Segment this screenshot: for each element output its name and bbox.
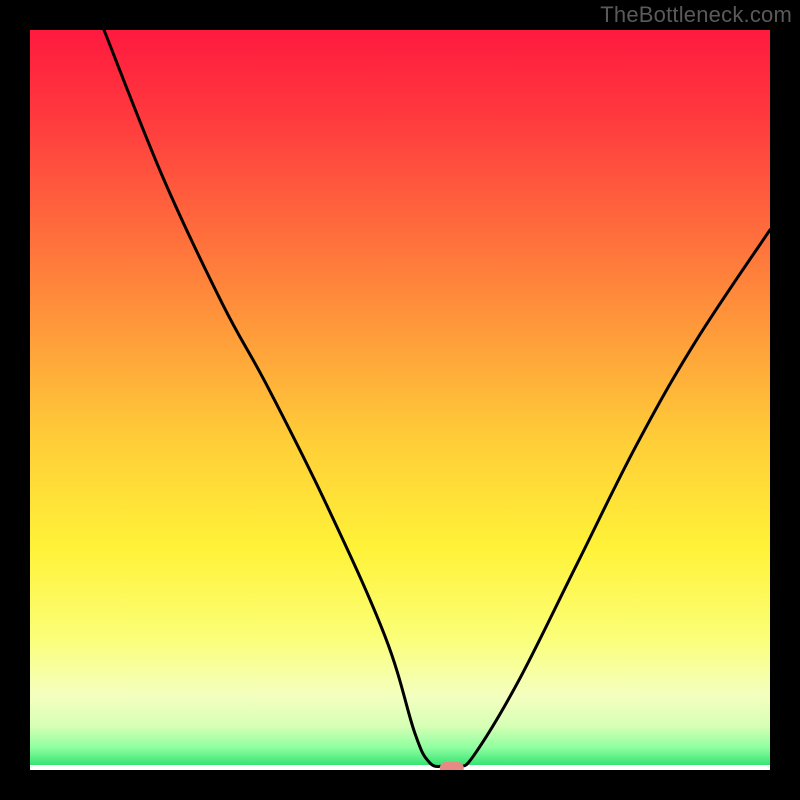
plot-area	[30, 30, 770, 770]
gradient-background	[30, 30, 770, 770]
chart-svg	[30, 30, 770, 770]
baseline-strip	[30, 765, 770, 770]
chart-frame: TheBottleneck.com	[0, 0, 800, 800]
watermark-text: TheBottleneck.com	[600, 2, 792, 28]
optimal-marker	[440, 762, 464, 770]
